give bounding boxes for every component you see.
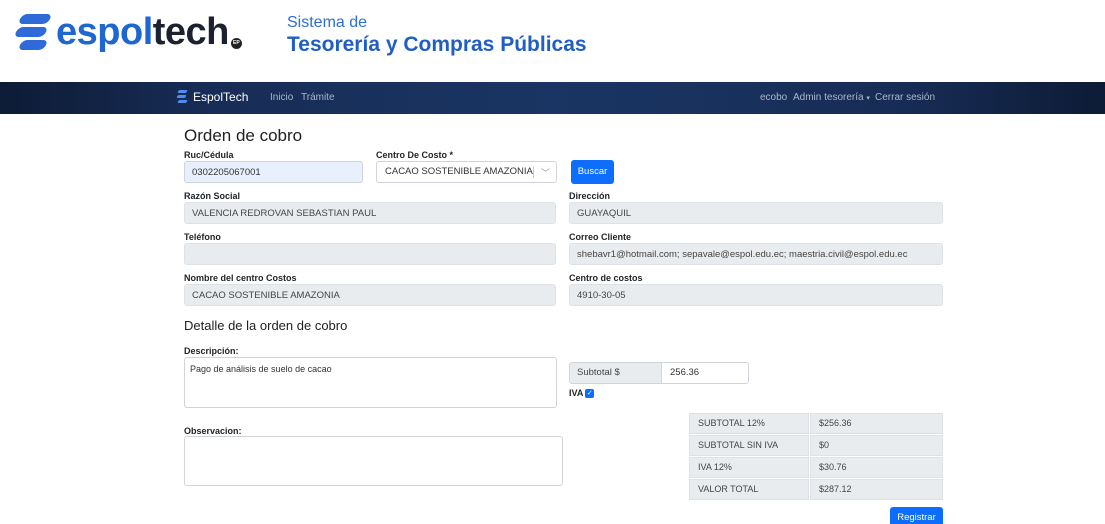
centro-costo-label: Centro De Costo * bbox=[376, 150, 454, 160]
totals-value: $30.76 bbox=[810, 457, 943, 478]
nav-link-tramite[interactable]: Trámite bbox=[301, 92, 335, 103]
check-icon: ✓ bbox=[586, 389, 593, 397]
logo-ep-badge: EP bbox=[230, 38, 242, 49]
totals-row: SUBTOTAL 12% $256.36 bbox=[689, 413, 943, 434]
iva-label: IVA bbox=[569, 388, 584, 398]
nombre-centro-field: CACAO SOSTENIBLE AMAZONIA bbox=[184, 284, 556, 306]
navbar-brand-label: EspolTech bbox=[193, 90, 249, 104]
centro-costos-label: Centro de costos bbox=[569, 273, 643, 283]
totals-label: IVA 12% bbox=[689, 457, 809, 478]
caret-down-icon: ▾ bbox=[866, 95, 870, 102]
nav-logout-link[interactable]: Cerrar sesión bbox=[875, 92, 935, 103]
select-divider bbox=[533, 166, 534, 178]
totals-row: SUBTOTAL SIN IVA $0 bbox=[689, 435, 943, 456]
telefono-field bbox=[184, 243, 556, 265]
nombre-centro-label: Nombre del centro Costos bbox=[184, 273, 297, 283]
navbar-brand[interactable]: EspolTech bbox=[176, 90, 249, 104]
subtotal-input-group: Subtotal $ 256.36 bbox=[569, 362, 749, 384]
razon-social-field: VALENCIA REDROVAN SEBASTIAN PAUL bbox=[184, 202, 556, 224]
nav-link-inicio[interactable]: Inicio bbox=[270, 92, 293, 103]
ruc-input[interactable]: 0302205067001 bbox=[184, 161, 363, 183]
telefono-label: Teléfono bbox=[184, 232, 221, 242]
page-title: Orden de cobro bbox=[184, 126, 303, 145]
nav-role-label: Admin tesorería bbox=[793, 92, 864, 103]
totals-table: SUBTOTAL 12% $256.36 SUBTOTAL SIN IVA $0… bbox=[689, 413, 943, 501]
iva-row: IVA ✓ bbox=[569, 388, 595, 398]
totals-row: VALOR TOTAL $287.12 bbox=[689, 479, 943, 500]
totals-value: $0 bbox=[810, 435, 943, 456]
register-button[interactable]: Registrar bbox=[890, 507, 943, 524]
descripcion-label: Descripción: bbox=[184, 346, 239, 356]
search-button[interactable]: Buscar bbox=[571, 160, 614, 184]
logo-text-tech: tech bbox=[152, 11, 230, 53]
totals-value: $287.12 bbox=[810, 479, 943, 500]
logo-text-espol: espol bbox=[56, 11, 153, 53]
observacion-label: Observacion: bbox=[184, 426, 242, 436]
correo-field: shebavr1@hotmail.com; sepavale@espol.edu… bbox=[569, 243, 943, 265]
centro-costos-field: 4910-30-05 bbox=[569, 284, 943, 306]
system-title-main: Tesorería y Compras Públicas bbox=[287, 33, 587, 56]
observacion-textarea[interactable] bbox=[184, 436, 563, 486]
top-navbar: EspolTech Inicio Trámite ecobo Admin tes… bbox=[0, 82, 1105, 114]
brand-header: espoltech EP Sistema de Tesorería y Comp… bbox=[0, 0, 1105, 78]
direccion-field: GUAYAQUIL bbox=[569, 202, 943, 224]
centro-costo-select[interactable]: CACAO SOSTENIBLE AMAZONIA ﹀ bbox=[376, 161, 557, 183]
centro-costo-selected: CACAO SOSTENIBLE AMAZONIA bbox=[385, 166, 533, 177]
chevron-down-icon: ﹀ bbox=[540, 168, 550, 178]
espoltech-brand-icon bbox=[176, 90, 188, 104]
descripcion-textarea[interactable]: Pago de análisis de suelo de cacao bbox=[184, 357, 557, 408]
totals-value: $256.36 bbox=[810, 413, 943, 434]
totals-row: IVA 12% $30.76 bbox=[689, 457, 943, 478]
totals-label: SUBTOTAL 12% bbox=[689, 413, 809, 434]
ruc-label: Ruc/Cédula bbox=[184, 150, 234, 160]
subtotal-addon-label: Subtotal $ bbox=[570, 363, 662, 383]
system-title: Sistema de Tesorería y Compras Públicas bbox=[287, 14, 587, 58]
iva-checkbox[interactable]: ✓ bbox=[585, 388, 595, 398]
detail-section-title: Detalle de la orden de cobro bbox=[184, 318, 348, 333]
nav-user-name[interactable]: ecobo bbox=[760, 92, 787, 103]
system-title-small: Sistema de bbox=[287, 14, 368, 31]
nav-role-dropdown[interactable]: Admin tesorería ▾ bbox=[793, 92, 870, 103]
subtotal-input[interactable]: 256.36 bbox=[662, 363, 748, 383]
direccion-label: Dirección bbox=[569, 191, 611, 201]
espol-logo-icon bbox=[13, 12, 53, 52]
razon-social-label: Razón Social bbox=[184, 191, 241, 201]
totals-label: SUBTOTAL SIN IVA bbox=[689, 435, 809, 456]
totals-label: VALOR TOTAL bbox=[689, 479, 809, 500]
correo-label: Correo Cliente bbox=[569, 232, 632, 242]
espoltech-logo: espoltech EP bbox=[13, 11, 242, 53]
